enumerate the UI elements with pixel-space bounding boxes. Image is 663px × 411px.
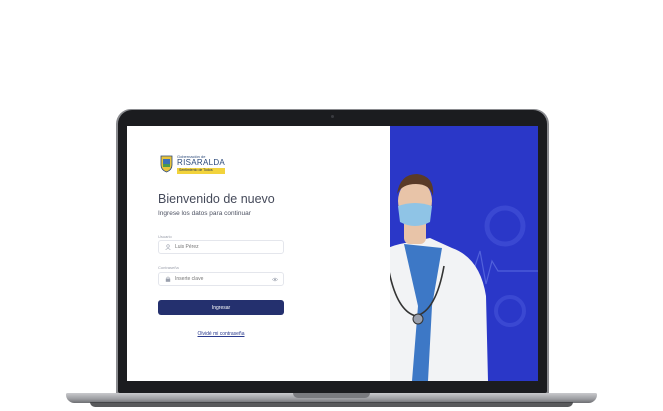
page-title: Bienvenido de nuevo	[158, 192, 275, 206]
shield-icon	[160, 155, 173, 173]
hero-illustration	[390, 174, 538, 381]
laptop-notch	[293, 393, 370, 398]
password-input[interactable]	[175, 276, 270, 282]
user-input[interactable]	[175, 244, 270, 250]
submit-button[interactable]: Ingresar	[158, 300, 284, 315]
forgot-password-link[interactable]: Olvidé mi contraseña	[158, 331, 284, 337]
laptop-camera	[331, 115, 334, 118]
password-field[interactable]	[158, 272, 284, 286]
user-field[interactable]	[158, 240, 284, 254]
hero-panel	[390, 126, 538, 381]
page-subtitle: Ingrese los datos para continuar	[158, 210, 251, 217]
user-label: Usuario	[158, 234, 172, 239]
laptop-screen: Gobernación de RISARALDA Sentimiento de …	[127, 126, 538, 381]
user-icon	[165, 244, 171, 250]
password-label: Contraseña	[158, 265, 179, 270]
laptop-base-shadow	[90, 402, 573, 407]
logo-tagline: Sentimiento de Todos	[177, 168, 226, 174]
lock-icon	[165, 276, 171, 282]
logo-big-text: RISARALDA	[177, 158, 226, 167]
eye-icon[interactable]	[272, 277, 278, 282]
risaralda-logo: Gobernación de RISARALDA Sentimiento de …	[160, 155, 226, 174]
